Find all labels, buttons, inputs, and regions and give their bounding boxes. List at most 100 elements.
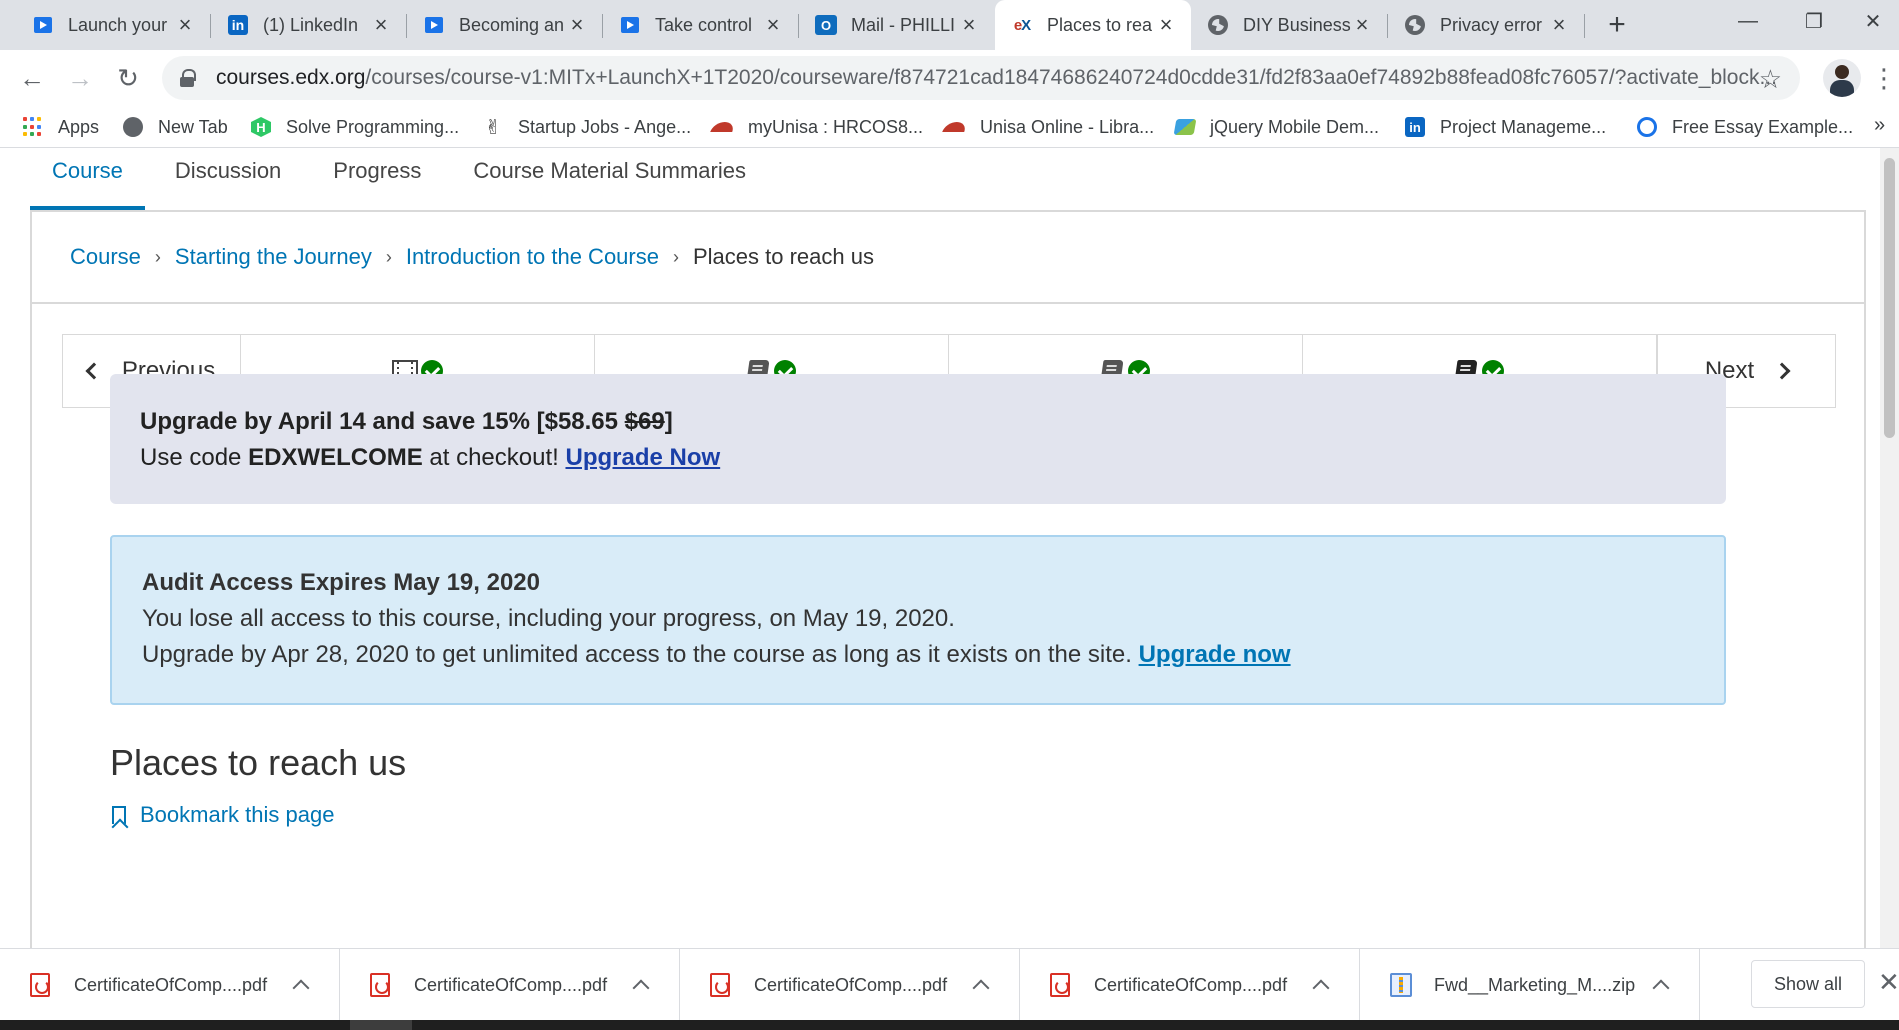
restore-icon[interactable]: ❐ bbox=[1781, 0, 1847, 42]
chevron-up-icon[interactable] bbox=[632, 979, 650, 997]
browser-tab[interactable]: Becoming an × bbox=[407, 0, 602, 50]
bookmark-page-label: Bookmark this page bbox=[140, 802, 335, 827]
close-icon[interactable]: × bbox=[174, 12, 196, 37]
address-bar[interactable]: courses.edx.org/courses/course-v1:MITx+L… bbox=[162, 56, 1800, 100]
bookmark-label: Project Manageme... bbox=[1440, 116, 1607, 137]
close-icon[interactable]: × bbox=[1155, 12, 1177, 37]
edx-icon: eX bbox=[1013, 16, 1031, 34]
bookmark-unisa-online[interactable]: Unisa Online - Libra... bbox=[942, 114, 1154, 140]
audit-expiration-banner: Audit Access Expires May 19, 2020 You lo… bbox=[110, 535, 1726, 705]
more-vert-icon[interactable]: ⋮ bbox=[1871, 60, 1897, 96]
close-icon[interactable]: × bbox=[762, 12, 784, 37]
chevron-up-icon[interactable] bbox=[1312, 979, 1330, 997]
tab-discussion[interactable]: Discussion bbox=[153, 148, 303, 210]
download-item[interactable]: CertificateOfComp....pdf bbox=[680, 949, 1020, 1021]
play-icon bbox=[423, 14, 445, 36]
browser-tab[interactable]: DIY Business × bbox=[1191, 0, 1387, 50]
download-shelf: CertificateOfComp....pdf CertificateOfCo… bbox=[0, 948, 1899, 1021]
bookmark-free-essay[interactable]: Free Essay Example... bbox=[1636, 114, 1853, 140]
chevron-up-icon[interactable] bbox=[972, 979, 990, 997]
tab-course[interactable]: Course bbox=[30, 148, 145, 210]
unisa-icon bbox=[942, 116, 968, 138]
url-host: courses.edx.org bbox=[216, 66, 366, 89]
upgrade-banner-text: Use code bbox=[140, 444, 249, 471]
download-item[interactable]: CertificateOfComp....pdf bbox=[1020, 949, 1360, 1021]
upgrade-banner-title: Upgrade by April 14 and save 15% [$58.65… bbox=[140, 404, 1696, 440]
close-icon[interactable]: ✕ bbox=[1878, 967, 1899, 998]
star-icon[interactable]: ☆ bbox=[1759, 64, 1782, 95]
upgrade-now-link[interactable]: Upgrade Now bbox=[565, 444, 720, 471]
breadcrumb-section[interactable]: Starting the Journey bbox=[175, 244, 372, 270]
breadcrumb-subsection[interactable]: Introduction to the Course bbox=[406, 244, 659, 270]
bookmarks-overflow-icon[interactable]: » bbox=[1874, 114, 1885, 137]
bookmark-apps[interactable]: Apps bbox=[22, 114, 99, 140]
bookmark-label: Apps bbox=[58, 116, 100, 137]
bookmark-myunisa[interactable]: myUnisa : HRCOS8... bbox=[710, 114, 924, 140]
close-icon[interactable]: × bbox=[958, 12, 980, 37]
bookmark-jquery-mobile[interactable]: jQuery Mobile Dem... bbox=[1173, 114, 1379, 140]
upgrade-now-link[interactable]: Upgrade now bbox=[1139, 641, 1291, 668]
linkedin-icon: in bbox=[227, 14, 249, 36]
profile-avatar[interactable] bbox=[1823, 59, 1861, 97]
lock-icon[interactable] bbox=[180, 69, 196, 87]
bookmark-label: Startup Jobs - Ange... bbox=[518, 116, 692, 137]
original-price: $69 bbox=[624, 408, 665, 435]
bookmark-new-tab[interactable]: New Tab bbox=[122, 114, 228, 140]
bookmark-label: Free Essay Example... bbox=[1672, 116, 1854, 137]
close-icon[interactable]: × bbox=[566, 12, 588, 37]
tab-course-material-summaries[interactable]: Course Material Summaries bbox=[451, 148, 768, 210]
pdf-file-icon bbox=[710, 973, 730, 997]
tab-title: Take control bbox=[655, 14, 753, 35]
browser-tab-active[interactable]: eX Places to rea × bbox=[995, 0, 1191, 50]
essay-icon bbox=[1636, 116, 1658, 138]
bookmark-project-management[interactable]: in Project Manageme... bbox=[1404, 114, 1606, 140]
close-icon[interactable]: × bbox=[370, 12, 392, 37]
pdf-file-icon bbox=[370, 973, 390, 997]
tab-title: Places to rea bbox=[1047, 14, 1153, 35]
audit-banner-line: Upgrade by Apr 28, 2020 to get unlimited… bbox=[142, 637, 1694, 673]
upgrade-discount-banner: Upgrade by April 14 and save 15% [$58.65… bbox=[110, 374, 1726, 504]
close-icon[interactable]: × bbox=[1351, 12, 1373, 37]
download-item[interactable]: Fwd__Marketing_M....zip bbox=[1360, 949, 1700, 1021]
page-scrollbar[interactable] bbox=[1880, 148, 1899, 948]
download-filename: CertificateOfComp....pdf bbox=[74, 974, 268, 995]
globe-icon bbox=[1404, 14, 1426, 36]
download-item[interactable]: CertificateOfComp....pdf bbox=[340, 949, 680, 1021]
bookmark-solve-programming[interactable]: H Solve Programming... bbox=[250, 114, 459, 140]
minimize-icon[interactable]: — bbox=[1715, 0, 1781, 42]
browser-tab[interactable]: Privacy error × bbox=[1388, 0, 1584, 50]
chevron-up-icon[interactable] bbox=[1652, 979, 1670, 997]
chevron-right-icon: › bbox=[385, 246, 392, 267]
tab-title: Launch your bbox=[68, 14, 168, 35]
chevron-up-icon[interactable] bbox=[292, 979, 310, 997]
tab-title: Privacy error bbox=[1440, 14, 1543, 35]
window-close-icon[interactable]: ✕ bbox=[1847, 0, 1899, 42]
pdf-file-icon bbox=[30, 973, 50, 997]
download-item[interactable]: CertificateOfComp....pdf bbox=[0, 949, 340, 1021]
browser-tab[interactable]: Launch your × bbox=[16, 0, 210, 50]
new-tab-plus-icon[interactable]: + bbox=[1600, 8, 1634, 42]
chevron-right-icon: › bbox=[672, 246, 679, 267]
bookmark-label: myUnisa : HRCOS8... bbox=[748, 116, 924, 137]
chevron-right-icon bbox=[1773, 362, 1791, 380]
bookmark-label: Solve Programming... bbox=[286, 116, 460, 137]
bookmark-page-button[interactable]: Bookmark this page bbox=[112, 802, 334, 828]
forward-arrow-icon[interactable]: → bbox=[62, 60, 98, 96]
breadcrumb-course[interactable]: Course bbox=[70, 244, 141, 270]
browser-tab[interactable]: Take control × bbox=[603, 0, 798, 50]
bookmark-startup-jobs[interactable]: ✌ Startup Jobs - Ange... bbox=[482, 114, 692, 140]
promo-code: EDXWELCOME bbox=[248, 444, 423, 471]
browser-tab[interactable]: O Mail - PHILLI × bbox=[799, 0, 994, 50]
upgrade-banner-text: at checkout! bbox=[422, 444, 566, 471]
apps-grid-icon bbox=[22, 116, 44, 138]
close-icon[interactable]: × bbox=[1548, 12, 1570, 37]
browser-tab[interactable]: in (1) LinkedIn × bbox=[211, 0, 406, 50]
tab-progress[interactable]: Progress bbox=[311, 148, 443, 210]
reload-icon[interactable]: ↻ bbox=[110, 60, 146, 96]
show-all-downloads-button[interactable]: Show all bbox=[1751, 960, 1865, 1008]
audit-banner-title: Audit Access Expires May 19, 2020 bbox=[142, 569, 540, 596]
bookmark-label: New Tab bbox=[158, 116, 228, 137]
scrollbar-thumb[interactable] bbox=[1884, 158, 1895, 438]
taskbar-item[interactable] bbox=[350, 1020, 412, 1030]
back-arrow-icon[interactable]: ← bbox=[14, 60, 50, 96]
